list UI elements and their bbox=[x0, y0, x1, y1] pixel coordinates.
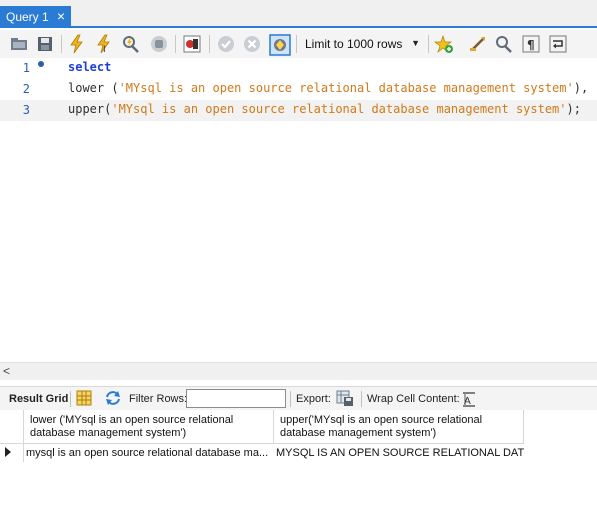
editor-line: 2 lower ('MYsql is an open source relati… bbox=[0, 79, 597, 100]
code-text: select bbox=[68, 60, 112, 74]
chevron-down-icon: ▼ bbox=[411, 38, 420, 48]
svg-text:¶: ¶ bbox=[527, 38, 535, 52]
invisible-chars-icon[interactable]: ¶ bbox=[521, 34, 541, 54]
statement-marker-icon bbox=[38, 61, 44, 67]
execute-icon[interactable] bbox=[67, 34, 87, 54]
wrap-cell-content-label: Wrap Cell Content: bbox=[367, 393, 460, 405]
svg-text:I: I bbox=[103, 45, 106, 54]
table-cell[interactable]: MYSQL IS AN OPEN SOURCE RELATIONAL DAT..… bbox=[274, 444, 524, 462]
rollback-icon[interactable] bbox=[242, 34, 262, 54]
line-number: 1 bbox=[22, 61, 30, 75]
table-cell[interactable]: mysql is an open source relational datab… bbox=[24, 444, 274, 462]
folder-open-icon[interactable] bbox=[9, 34, 29, 54]
close-icon[interactable]: × bbox=[57, 9, 65, 23]
editor-line: 1 select bbox=[0, 58, 597, 79]
beautify-icon[interactable] bbox=[468, 34, 488, 54]
code-text: upper('MYsql is an open source relationa… bbox=[68, 102, 581, 116]
wrap-cell-icon[interactable]: A bbox=[462, 391, 476, 407]
row-marker bbox=[0, 444, 24, 462]
limit-rows-select[interactable]: Limit to 1000 rows ▼ bbox=[300, 35, 424, 54]
sql-editor-toolbar: I Limit to 1000 rows ▼ ¶ bbox=[0, 30, 597, 58]
line-number: 3 bbox=[22, 103, 30, 117]
wrap-icon[interactable] bbox=[548, 34, 568, 54]
result-grid-label[interactable]: Result Grid bbox=[9, 393, 68, 405]
sql-editor[interactable]: 1 select 2 lower ('MYsql is an open sour… bbox=[0, 58, 597, 360]
save-icon[interactable] bbox=[35, 34, 55, 54]
find-icon[interactable] bbox=[494, 34, 514, 54]
filter-rows-label: Filter Rows: bbox=[129, 393, 188, 405]
autocommit-icon[interactable] bbox=[269, 34, 291, 56]
bookmark-icon[interactable] bbox=[434, 34, 454, 54]
stop-icon[interactable] bbox=[149, 34, 169, 54]
code-text: lower ('MYsql is an open source relation… bbox=[68, 81, 589, 95]
refresh-icon[interactable] bbox=[104, 390, 122, 406]
result-toolbar: Result Grid Filter Rows: Export: Wrap Ce… bbox=[0, 386, 597, 410]
limit-rows-label: Limit to 1000 rows bbox=[305, 37, 403, 51]
filter-rows-input[interactable] bbox=[186, 389, 286, 408]
tab-query-1[interactable]: Query 1 × bbox=[0, 6, 71, 28]
column-header[interactable]: lower ('MYsql is an open source relation… bbox=[24, 410, 274, 444]
column-header[interactable]: upper('MYsql is an open source relationa… bbox=[274, 410, 524, 444]
export-icon[interactable] bbox=[335, 389, 355, 408]
current-row-icon bbox=[5, 447, 11, 457]
export-label: Export: bbox=[296, 393, 331, 405]
grid-view-icon[interactable] bbox=[76, 390, 92, 406]
line-number: 2 bbox=[22, 82, 30, 96]
commit-icon[interactable] bbox=[216, 34, 236, 54]
tab-label: Query 1 bbox=[6, 10, 49, 24]
grid-corner bbox=[0, 410, 24, 444]
tab-bar: Query 1 × bbox=[0, 0, 597, 28]
scroll-left-icon[interactable]: < bbox=[3, 364, 10, 378]
explain-icon[interactable] bbox=[121, 34, 141, 54]
horizontal-scrollbar[interactable]: < bbox=[0, 362, 597, 380]
execute-current-icon[interactable]: I bbox=[94, 34, 114, 55]
editor-line-current: 3 upper('MYsql is an open source relatio… bbox=[0, 100, 597, 121]
toggle-error-icon[interactable] bbox=[182, 34, 202, 54]
